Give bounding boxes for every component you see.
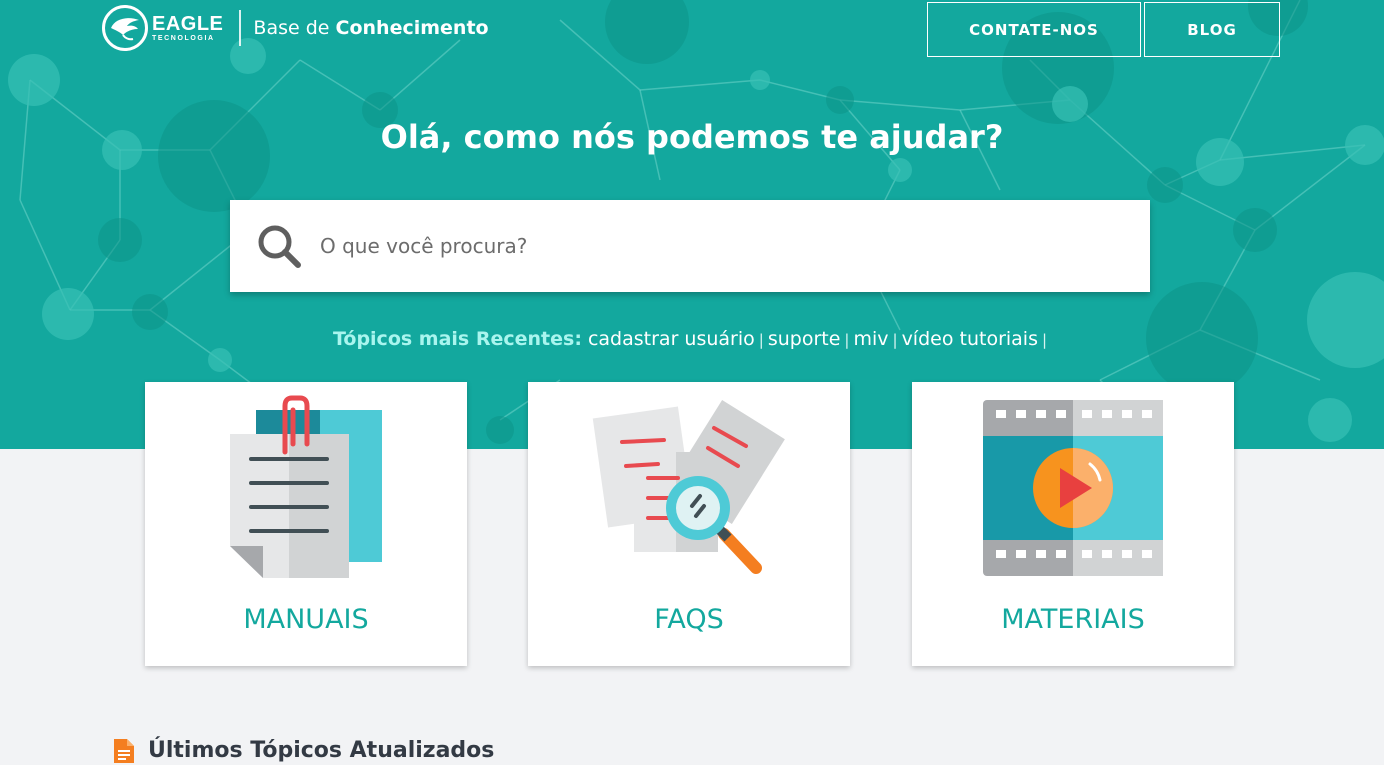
topic-link-suporte[interactable]: suporte	[768, 328, 841, 350]
latest-topics-title: Últimos Tópicos Atualizados	[148, 738, 495, 763]
document-search-icon	[592, 399, 785, 574]
hero-headline: Olá, como nós podemos te ajudar?	[380, 118, 1004, 156]
kb-title-prefix: Base de	[253, 17, 330, 39]
card-manuais[interactable]: MANUAIS	[145, 382, 467, 666]
eagle-logo-icon	[102, 5, 148, 51]
contact-button[interactable]: CONTATE-NOS	[927, 2, 1141, 57]
documents-clip-icon	[230, 395, 382, 578]
card-materiais[interactable]: MATERIAIS	[912, 382, 1234, 666]
recent-topics-label: Tópicos mais Recentes:	[332, 328, 582, 350]
kb-title-bold: Conhecimento	[335, 17, 489, 39]
search-input[interactable]	[320, 226, 1100, 266]
topic-link-video-tutoriais[interactable]: vídeo tutoriais	[902, 328, 1038, 350]
logo-sub-text: TECNOLOGIA	[152, 35, 215, 42]
topic-separator: |	[1041, 331, 1048, 349]
document-icon	[114, 738, 134, 763]
logo-divider	[239, 10, 242, 46]
topic-link-cadastrar-usuario[interactable]: cadastrar usuário	[588, 328, 755, 350]
logo[interactable]: EAGLE TECNOLOGIA Base de Conhecimento	[102, 5, 489, 51]
topic-link-miv[interactable]: miv	[853, 328, 888, 350]
card-faqs-label: FAQS	[654, 604, 724, 635]
knowledge-base-title: Base de Conhecimento	[253, 17, 488, 39]
card-materiais-label: MATERIAIS	[1001, 604, 1145, 635]
topic-separator: |	[892, 331, 898, 349]
search-icon[interactable]	[256, 223, 302, 269]
search-box[interactable]	[230, 200, 1150, 292]
topic-separator: |	[844, 331, 850, 349]
blog-button[interactable]: BLOG	[1144, 2, 1280, 57]
logo-main-text: EAGLE	[152, 13, 224, 35]
video-film-icon	[983, 400, 1163, 576]
card-manuais-label: MANUAIS	[243, 604, 369, 635]
latest-topics-header: Últimos Tópicos Atualizados	[114, 738, 494, 763]
topic-separator: |	[758, 331, 764, 349]
card-faqs[interactable]: FAQS	[528, 382, 850, 666]
recent-topics: Tópicos mais Recentes: cadastrar usuário…	[0, 328, 1384, 350]
